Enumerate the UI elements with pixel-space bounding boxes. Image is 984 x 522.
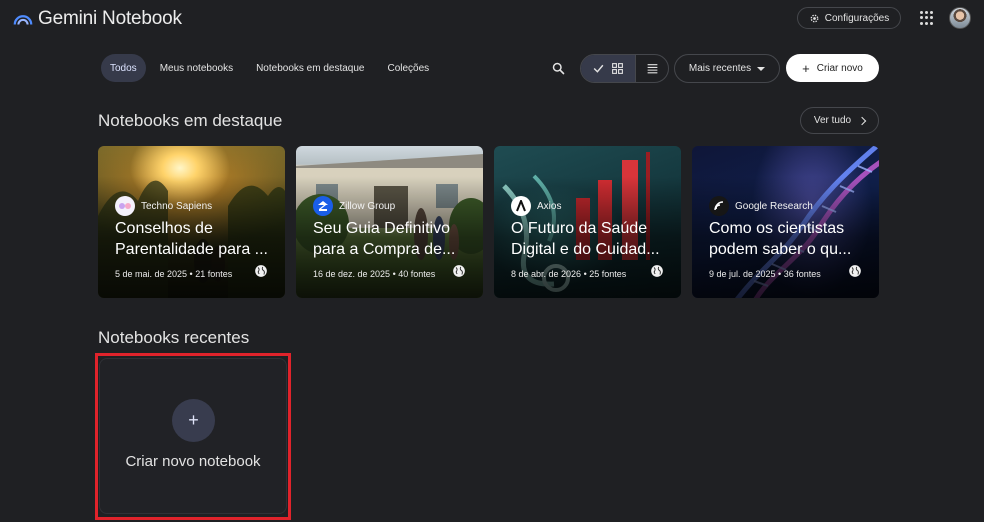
chevron-right-icon <box>857 116 867 126</box>
card-title: O Futuro da Saúde Digital e do Cuidad... <box>511 220 660 258</box>
settings-button[interactable]: Configurações <box>797 7 901 29</box>
gear-icon <box>810 14 819 22</box>
globe-icon <box>453 265 465 277</box>
caret-down-icon <box>757 66 766 71</box>
featured-card[interactable]: Google Research Como os cientistas podem… <box>692 146 879 298</box>
recent-section-title: Notebooks recentes <box>98 328 250 347</box>
zillow-logo-icon <box>313 196 333 216</box>
card-source-name: Techno Sapiens <box>141 200 213 212</box>
google-research-logo-icon <box>709 196 729 216</box>
card-title: Conselhos de Parentalidade para ... <box>115 220 268 258</box>
see-all-label: Ver tudo <box>813 115 852 126</box>
card-source-name: Axios <box>537 200 562 212</box>
grid-view-button[interactable] <box>581 55 635 82</box>
card-meta: 5 de mai. de 2025 • 21 fontes <box>115 269 233 279</box>
see-all-button[interactable]: Ver tudo <box>800 107 879 134</box>
plus-icon: + <box>802 60 810 76</box>
user-avatar[interactable] <box>949 7 971 29</box>
list-view-button[interactable] <box>635 55 668 82</box>
sort-label: Mais recentes <box>688 63 752 74</box>
card-meta: 8 de abr. de 2026 • 25 fontes <box>511 269 627 279</box>
create-label: Criar novo <box>816 62 863 74</box>
view-mode-toggle <box>580 54 669 83</box>
featured-cards: Techno Sapiens Conselhos de Parentalidad… <box>98 146 879 298</box>
featured-section-title: Notebooks em destaque <box>98 111 283 130</box>
card-source: Axios <box>511 196 561 216</box>
card-title: Como os cientistas podem saber o qu... <box>709 220 852 258</box>
create-new-button[interactable]: + Criar novo <box>786 54 879 82</box>
card-source: Zillow Group <box>313 196 395 216</box>
globe-icon <box>255 265 267 277</box>
card-meta: 9 de jul. de 2025 • 36 fontes <box>709 269 821 279</box>
apps-grid-icon[interactable] <box>920 11 934 25</box>
card-source-name: Zillow Group <box>339 200 396 212</box>
tab-featured-notebooks[interactable]: Notebooks em destaque <box>247 54 373 82</box>
tab-all[interactable]: Todos <box>101 54 146 82</box>
check-icon <box>593 64 604 73</box>
card-source: Techno Sapiens <box>115 196 212 216</box>
techno-sapiens-logo-icon <box>115 196 135 216</box>
card-source: Google Research <box>709 196 813 216</box>
globe-icon <box>651 265 663 277</box>
search-button[interactable] <box>544 54 572 82</box>
app-logo[interactable]: Gemini Notebook <box>12 8 182 30</box>
globe-icon <box>849 265 861 277</box>
card-meta: 16 de dez. de 2025 • 40 fontes <box>313 269 436 279</box>
sort-dropdown[interactable]: Mais recentes <box>674 54 780 83</box>
axios-logo-icon <box>511 196 531 216</box>
tab-collections[interactable]: Coleções <box>378 54 438 82</box>
search-icon <box>552 62 564 74</box>
card-title: Seu Guia Definitivo para a Compra de... <box>313 220 456 258</box>
list-icon <box>647 64 657 74</box>
featured-card[interactable]: Axios O Futuro da Saúde Digital e do Cui… <box>494 146 681 298</box>
card-source-name: Google Research <box>735 200 813 212</box>
grid-icon <box>612 63 623 74</box>
tab-my-notebooks[interactable]: Meus notebooks <box>151 54 242 82</box>
app-title: Gemini Notebook <box>38 8 182 29</box>
gemini-arc-icon <box>13 15 33 25</box>
filter-tabs: Todos Meus notebooks Notebooks em destaq… <box>101 54 443 82</box>
featured-card[interactable]: Techno Sapiens Conselhos de Parentalidad… <box>98 146 285 298</box>
featured-card[interactable]: Zillow Group Seu Guia Definitivo para a … <box>296 146 483 298</box>
highlight-box <box>95 353 291 520</box>
settings-label: Configurações <box>824 12 890 24</box>
